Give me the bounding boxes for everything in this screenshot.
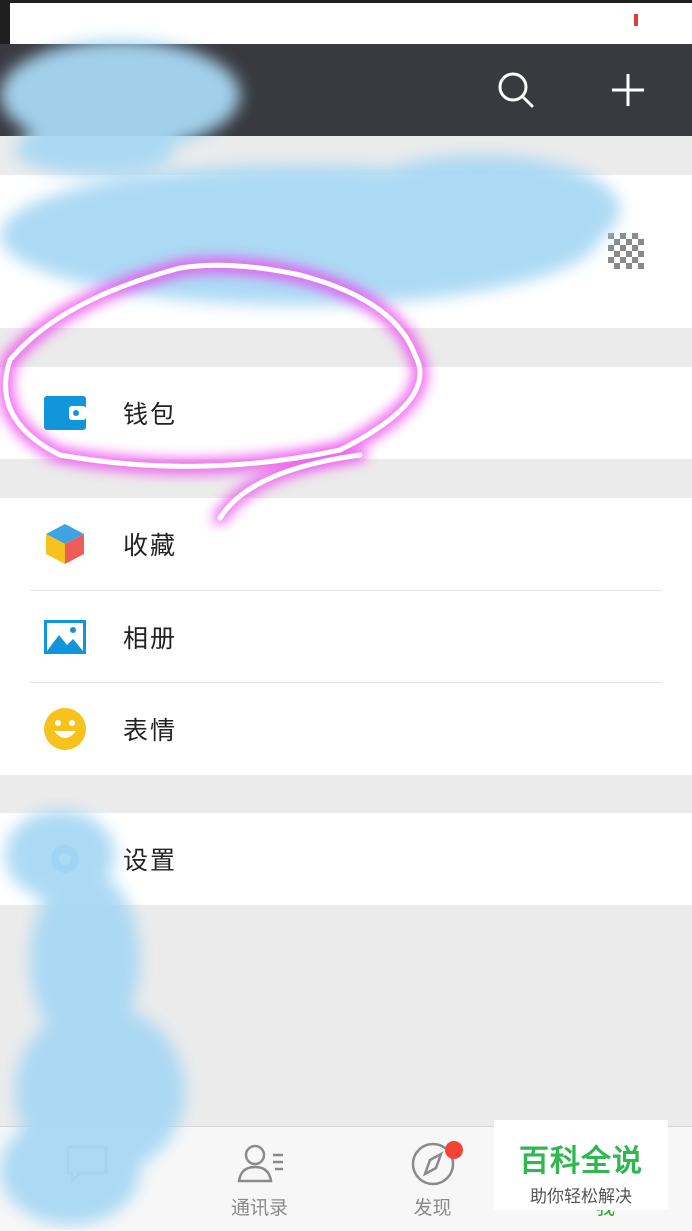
qr-code-icon[interactable] — [608, 233, 644, 269]
app-header — [0, 44, 692, 136]
plus-icon[interactable] — [606, 68, 650, 112]
watermark-subtitle: 助你轻松解决 — [530, 1187, 632, 1207]
tab-contacts[interactable]: 通讯录 — [173, 1127, 346, 1231]
battery-icon — [630, 10, 682, 30]
tab-chats[interactable] — [0, 1127, 173, 1231]
profile-card[interactable] — [0, 175, 692, 328]
tab-contacts-label: 通讯录 — [230, 1197, 288, 1219]
menu-item-wallet[interactable]: 钱包 — [0, 367, 692, 459]
wallet-label: 钱包 — [123, 400, 178, 429]
wallet-icon — [44, 396, 86, 430]
stickers-label: 表情 — [123, 716, 178, 745]
mute-icon — [524, 10, 545, 30]
watermark-title: 百科全说 — [519, 1144, 643, 1179]
favorites-label: 收藏 — [123, 531, 178, 560]
gear-icon — [51, 845, 79, 873]
watermark-logo: 百科全说 助你轻松解决 — [494, 1120, 668, 1210]
album-label: 相册 — [123, 624, 178, 653]
notification-dot — [445, 1141, 463, 1159]
menu-item-favorites[interactable]: 收藏 — [0, 498, 692, 590]
menu-item-album[interactable]: 相册 — [0, 591, 692, 683]
contacts-icon — [237, 1144, 283, 1183]
menu-item-stickers[interactable]: 表情 — [0, 683, 692, 775]
search-icon[interactable] — [494, 68, 538, 112]
status-bar: 3G 2G 2.1K/s 18:30 8% — [0, 0, 692, 95]
album-icon — [44, 620, 86, 654]
settings-label: 设置 — [123, 846, 178, 875]
battery-percent: 8% — [591, 9, 620, 31]
smiley-icon — [44, 708, 86, 750]
menu-item-settings[interactable]: 设置 — [0, 813, 692, 905]
favorites-cube-icon — [46, 524, 84, 564]
wifi-icon — [556, 11, 581, 29]
chat-icon — [66, 1145, 108, 1185]
